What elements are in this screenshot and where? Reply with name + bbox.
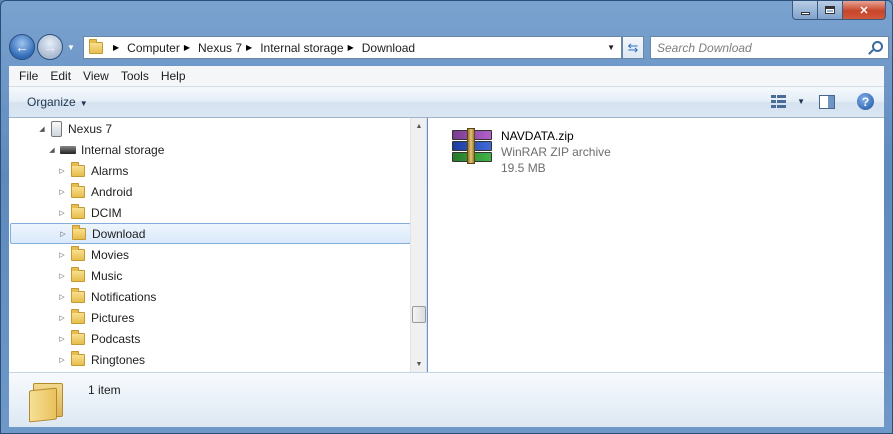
breadcrumb-separator-icon[interactable]: ▶: [184, 43, 190, 52]
file-info: NAVDATA.zip WinRAR ZIP archive 19.5 MB: [501, 128, 611, 176]
winrar-archive-icon: [450, 128, 494, 166]
minimize-icon: [800, 11, 810, 15]
chevron-down-icon: ▼: [79, 99, 88, 108]
tree-item-dcim[interactable]: ▷ DCIM: [9, 202, 411, 223]
details-pane: 1 item: [9, 372, 884, 427]
close-button[interactable]: ✕: [843, 1, 886, 20]
tree-scrollbar[interactable]: ▲ ▼: [410, 118, 426, 372]
breadcrumb-nexus[interactable]: Nexus 7: [198, 41, 242, 55]
portable-device-icon: [51, 120, 62, 137]
file-item[interactable]: NAVDATA.zip WinRAR ZIP archive 19.5 MB: [450, 128, 611, 176]
search-input[interactable]: [657, 40, 857, 55]
file-type: WinRAR ZIP archive: [501, 145, 611, 159]
expand-icon[interactable]: ▷: [57, 293, 67, 301]
breadcrumb-internal-storage[interactable]: Internal storage: [260, 41, 343, 55]
tree-item-download[interactable]: ▷ Download: [10, 223, 411, 244]
navigation-row: ← → ▼ ▶ Computer ▶ Nexus 7 ▶ Internal st…: [9, 33, 889, 61]
tree-item-internal-storage[interactable]: ◢ Internal storage: [9, 139, 411, 160]
maximize-button[interactable]: [818, 1, 843, 20]
organize-button[interactable]: Organize ▼: [9, 95, 88, 109]
expand-icon[interactable]: ▷: [57, 335, 67, 343]
folder-icon: [71, 287, 85, 303]
expand-icon[interactable]: ▷: [57, 167, 67, 175]
tree-item-movies[interactable]: ▷ Movies: [9, 244, 411, 265]
folder-icon: [71, 203, 85, 219]
folder-icon: [29, 383, 65, 423]
breadcrumb-computer[interactable]: Computer: [127, 41, 180, 55]
view-options-dropdown[interactable]: ▼: [797, 97, 805, 106]
tree-item-android[interactable]: ▷ Android: [9, 181, 411, 202]
maximize-icon: [825, 6, 835, 14]
forward-button[interactable]: →: [37, 34, 63, 60]
folder-icon: [71, 329, 85, 345]
caption-buttons: ✕: [792, 1, 886, 21]
menu-view[interactable]: View: [77, 69, 115, 83]
folder-icon: [71, 245, 85, 261]
refresh-button[interactable]: ⇆: [622, 36, 644, 59]
folder-icon: [71, 161, 85, 177]
navigation-pane: ◢ Nexus 7 ◢ Internal storage ▷ Alarms ▷ An…: [9, 118, 427, 372]
change-view-icon[interactable]: [771, 94, 787, 109]
address-bar[interactable]: ▶ Computer ▶ Nexus 7 ▶ Internal storage …: [83, 36, 622, 59]
collapse-icon[interactable]: ◢: [37, 125, 47, 133]
command-bar: Organize ▼ ▼ ?: [9, 87, 884, 118]
tree-item-ringtones[interactable]: ▷ Ringtones: [9, 349, 411, 370]
menu-file[interactable]: File: [9, 69, 44, 83]
preview-pane-icon[interactable]: [819, 94, 835, 109]
menu-bar: File Edit View Tools Help: [9, 66, 884, 87]
tree-item-alarms[interactable]: ▷ Alarms: [9, 160, 411, 181]
expand-icon[interactable]: ▷: [57, 272, 67, 280]
breadcrumb-download[interactable]: Download: [362, 41, 415, 55]
tree-item-music[interactable]: ▷ Music: [9, 265, 411, 286]
search-icon[interactable]: [872, 41, 883, 52]
tree-item-nexus7[interactable]: ◢ Nexus 7: [9, 118, 411, 139]
folder-icon: [71, 308, 85, 324]
breadcrumb-separator-icon[interactable]: ▶: [113, 43, 119, 52]
address-dropdown-icon[interactable]: ▼: [607, 43, 615, 52]
scroll-thumb[interactable]: [412, 306, 426, 323]
collapse-icon[interactable]: ◢: [47, 146, 57, 154]
command-bar-right: ▼ ?: [771, 93, 874, 110]
folder-icon: [71, 182, 85, 198]
folder-icon: [72, 224, 86, 240]
item-count: 1 item: [88, 383, 121, 397]
breadcrumb-separator-icon[interactable]: ▶: [246, 43, 252, 52]
expand-icon[interactable]: ▷: [57, 251, 67, 259]
menu-tools[interactable]: Tools: [115, 69, 155, 83]
close-icon: ✕: [859, 4, 869, 17]
storage-icon: [60, 145, 76, 154]
scroll-up-icon[interactable]: ▲: [411, 118, 426, 134]
folder-icon: [71, 350, 85, 366]
folder-icon: [71, 266, 85, 282]
history-dropdown[interactable]: ▼: [65, 43, 77, 52]
expand-icon[interactable]: ▷: [57, 209, 67, 217]
menu-edit[interactable]: Edit: [44, 69, 77, 83]
tree-item-podcasts[interactable]: ▷ Podcasts: [9, 328, 411, 349]
file-list-pane: NAVDATA.zip WinRAR ZIP archive 19.5 MB: [428, 118, 884, 372]
expand-icon[interactable]: ▷: [57, 188, 67, 196]
tree-item-pictures[interactable]: ▷ Pictures: [9, 307, 411, 328]
minimize-button[interactable]: [792, 1, 818, 20]
back-button[interactable]: ←: [9, 34, 35, 60]
expand-icon[interactable]: ▷: [57, 314, 67, 322]
menu-help[interactable]: Help: [155, 69, 192, 83]
breadcrumb-separator-icon[interactable]: ▶: [348, 43, 354, 52]
expand-icon[interactable]: ▷: [58, 230, 68, 238]
search-box[interactable]: [650, 36, 889, 59]
explorer-window: ✕ ← → ▼ ▶ Computer ▶ Nexus 7 ▶ Internal …: [0, 0, 893, 434]
help-icon[interactable]: ?: [857, 93, 874, 110]
file-name: NAVDATA.zip: [501, 129, 574, 143]
file-size: 19.5 MB: [501, 161, 546, 175]
refresh-icon: ⇆: [627, 39, 639, 55]
scroll-down-icon[interactable]: ▼: [411, 356, 426, 372]
tree-item-notifications[interactable]: ▷ Notifications: [9, 286, 411, 307]
folder-icon: [89, 38, 103, 54]
expand-icon[interactable]: ▷: [57, 356, 67, 364]
